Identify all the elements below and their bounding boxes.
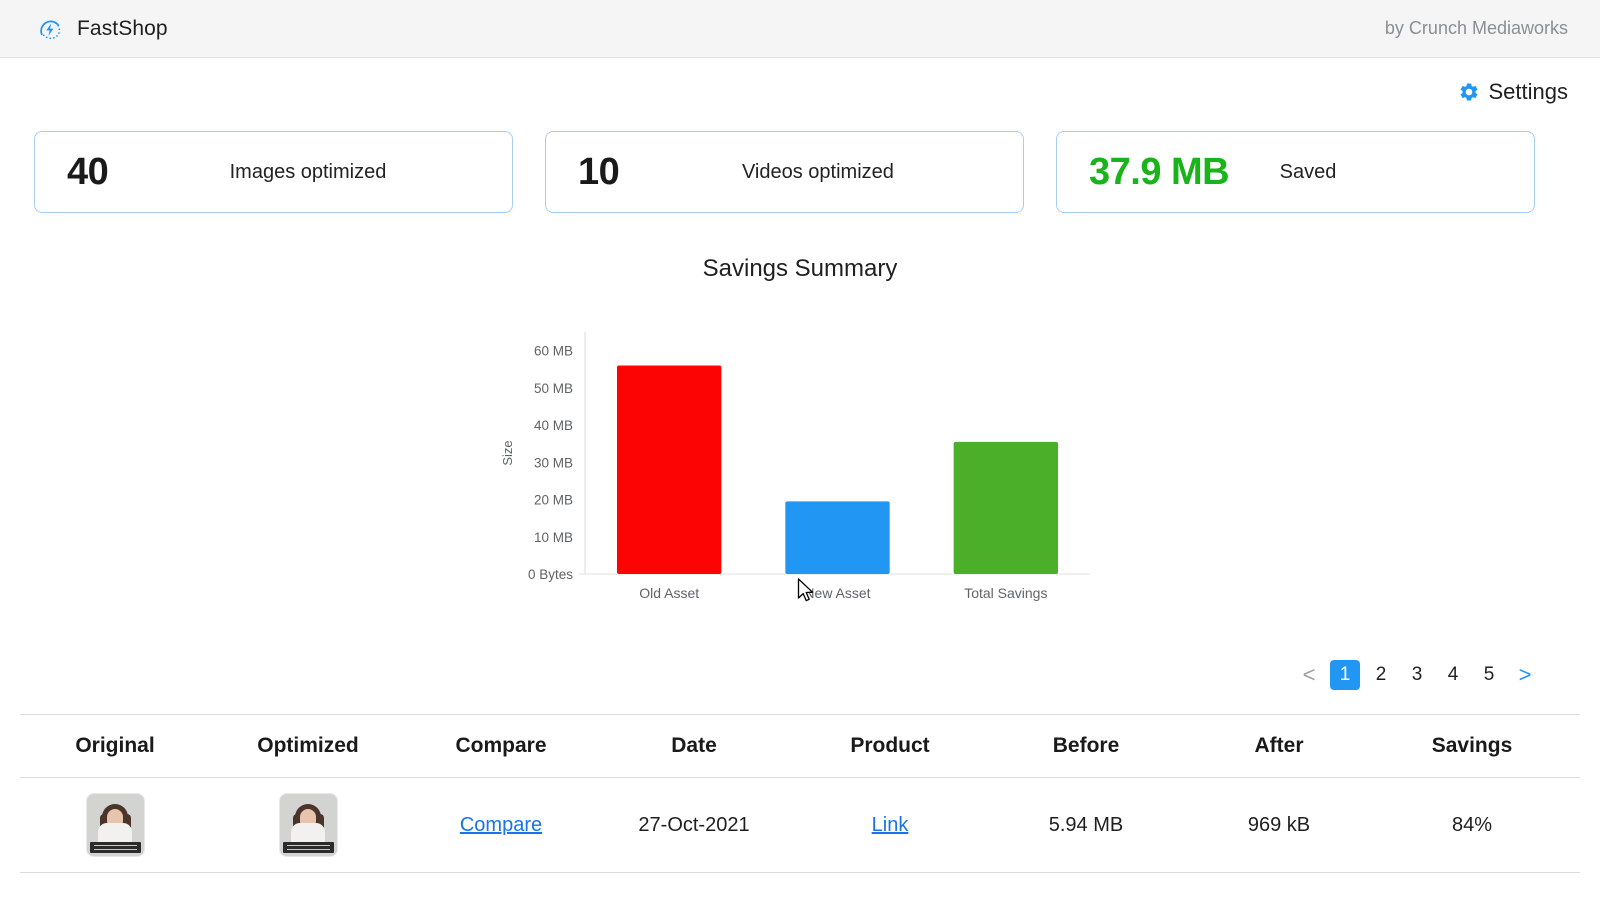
pagination: < 1 2 3 4 5 > [1294, 660, 1540, 690]
y-axis-tick-label: 40 MB [534, 418, 573, 433]
chart-title: Savings Summary [702, 255, 898, 282]
cell-product: Link [792, 814, 988, 837]
pagination-prev[interactable]: < [1294, 660, 1324, 690]
column-header-optimized: Optimized [257, 734, 359, 757]
assets-table: Original Optimized Compare Date Product … [20, 714, 1580, 873]
savings-summary-chart: 0 Bytes 10 MB 20 MB 30 MB 40 MB 50 MB 60 MB Siz… [0, 318, 1600, 618]
column-header-date: Date [671, 734, 717, 757]
stat-label: Saved [1279, 160, 1337, 183]
table-header-row: Original Optimized Compare Date Product … [20, 714, 1580, 778]
y-axis-tick-label: 50 MB [534, 381, 573, 396]
stat-value: 40 [67, 150, 109, 193]
cell-original [20, 794, 210, 856]
pagination-page-1[interactable]: 1 [1330, 660, 1360, 690]
column-header-after: After [1254, 734, 1304, 757]
app-header: FastShop by Crunch Mediaworks [0, 0, 1600, 58]
y-axis-tick-label: 30 MB [534, 455, 573, 470]
stat-card-saved: 37.9 MB Saved [1056, 131, 1535, 213]
cell-before: 5.94 MB [1048, 813, 1124, 836]
x-axis-tick-label: New Asset [804, 585, 870, 601]
compare-link[interactable]: Compare [460, 814, 542, 836]
gear-icon[interactable] [1458, 81, 1480, 103]
cell-date: 27-Oct-2021 [638, 813, 750, 836]
y-axis-tick-label: 60 MB [534, 344, 573, 359]
settings-button[interactable]: Settings [1458, 79, 1569, 105]
stat-card-images: 40 Images optimized [34, 131, 513, 213]
cell-after: 969 kB [1247, 813, 1311, 836]
product-link[interactable]: Link [872, 814, 909, 836]
stat-cards: 40 Images optimized 10 Videos optimized … [34, 131, 1535, 213]
stat-card-videos: 10 Videos optimized [545, 131, 1024, 213]
pagination-page-5[interactable]: 5 [1474, 660, 1504, 690]
y-axis-tick-label: 10 MB [534, 530, 573, 545]
speed-gauge-bolt-icon [36, 15, 64, 43]
cell-compare: Compare [406, 814, 596, 837]
stat-label: Images optimized [229, 160, 387, 183]
byline: by Crunch Mediaworks [1384, 18, 1568, 38]
pagination-page-4[interactable]: 4 [1438, 660, 1468, 690]
x-axis-tick-label: Total Savings [964, 585, 1047, 601]
column-header-product: Product [850, 734, 930, 757]
x-axis-tick-label: Old Asset [639, 585, 699, 601]
optimized-thumbnail[interactable] [279, 794, 337, 856]
column-header-before: Before [1052, 734, 1120, 757]
cell-savings: 84% [1451, 813, 1493, 836]
column-header-savings: Savings [1431, 734, 1513, 757]
pagination-page-2[interactable]: 2 [1366, 660, 1396, 690]
y-axis-tick-label: 0 Bytes [528, 567, 573, 582]
chart-bar[interactable] [785, 501, 890, 574]
pagination-page-3[interactable]: 3 [1402, 660, 1432, 690]
stat-value: 37.9 MB [1089, 150, 1230, 193]
stat-value: 10 [578, 150, 620, 193]
pagination-next[interactable]: > [1510, 660, 1540, 690]
column-header-compare: Compare [455, 734, 547, 757]
cell-optimized [210, 794, 406, 856]
brand: FastShop [36, 15, 168, 43]
chart-bar[interactable] [953, 441, 1059, 574]
original-thumbnail[interactable] [86, 794, 144, 856]
column-header-original: Original [75, 734, 155, 757]
y-axis-title: Size [500, 440, 515, 465]
chart-bar[interactable] [616, 365, 722, 574]
stat-label: Videos optimized [741, 160, 894, 183]
settings-label: Settings [1488, 79, 1569, 104]
y-axis-tick-label: 20 MB [534, 493, 573, 508]
table-row: Compare 27-Oct-2021 Link 5.94 MB 969 kB … [20, 778, 1580, 873]
app-title: FastShop [77, 16, 168, 40]
